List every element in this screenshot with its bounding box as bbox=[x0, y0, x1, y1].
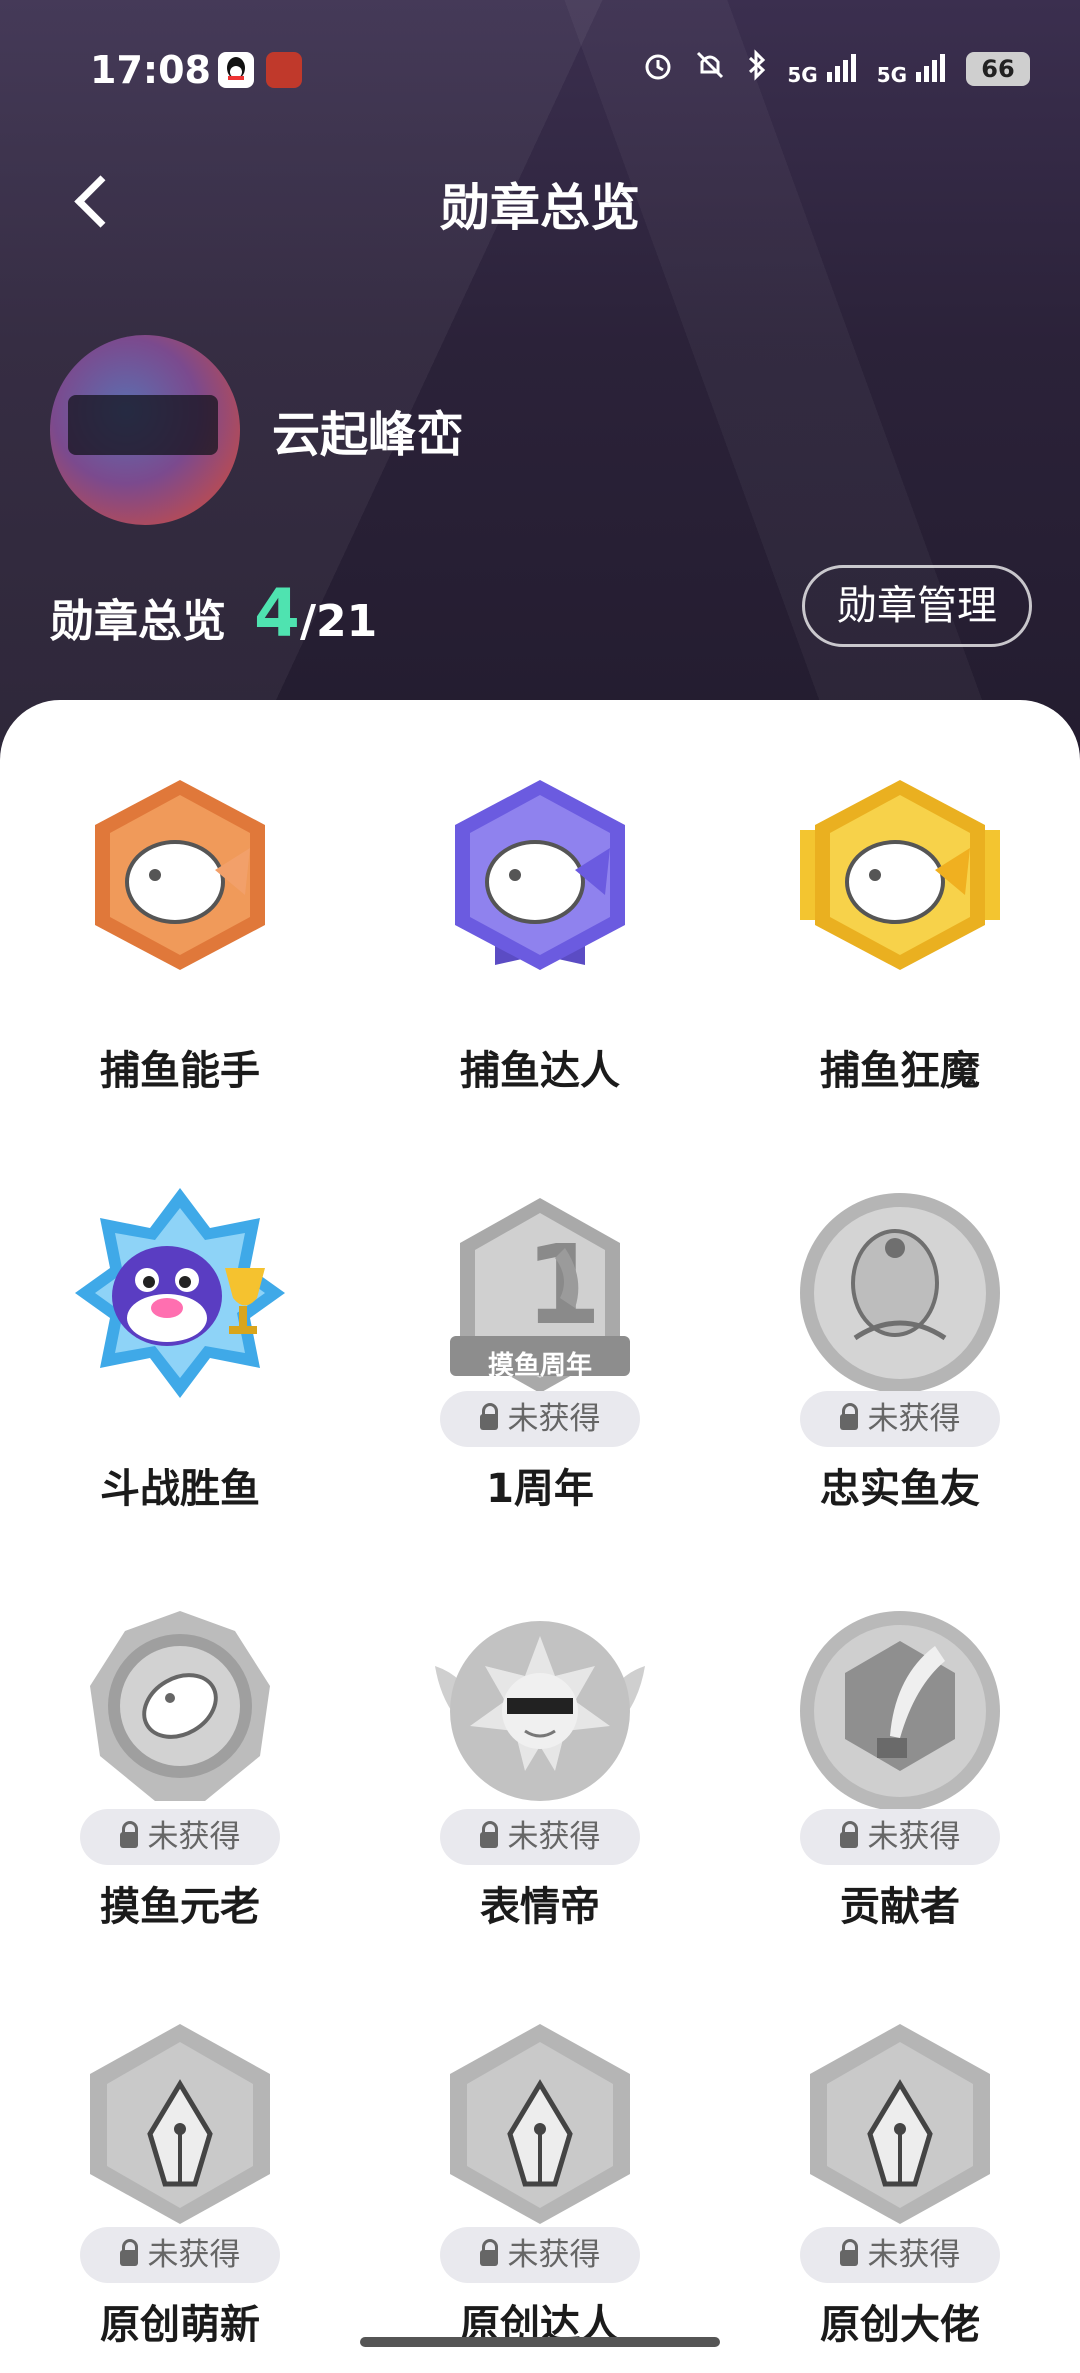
badge-item[interactable]: 未获得 原创大佬 bbox=[720, 2024, 1080, 2373]
badge-item[interactable]: 1 摸鱼周年 未获得 1周年 bbox=[360, 1188, 720, 1606]
badge-summary: 勋章总览 4 /21 bbox=[50, 575, 377, 652]
game-avatar-icon bbox=[266, 52, 302, 88]
locked-status: 未获得 bbox=[80, 2227, 280, 2283]
signal-5g-icon: 5G bbox=[877, 52, 948, 87]
pen-nib-badge-icon bbox=[795, 2024, 1005, 2234]
badge-name: 原创萌新 bbox=[100, 2302, 260, 2348]
locked-status: 未获得 bbox=[440, 1391, 640, 1447]
lock-icon bbox=[839, 2239, 858, 2266]
lock-icon bbox=[119, 2239, 138, 2266]
total-count: /21 bbox=[299, 596, 378, 647]
locked-status: 未获得 bbox=[800, 1809, 1000, 1865]
anniversary-badge-icon: 1 摸鱼周年 bbox=[435, 1188, 645, 1398]
status-icons: 5G 5G 66 bbox=[641, 48, 1030, 90]
status-bar: 17:08 5G 5G 66 bbox=[0, 0, 1080, 140]
badge-item[interactable]: 捕鱼达人 bbox=[360, 770, 720, 1188]
page-title: 勋章总览 bbox=[440, 179, 640, 237]
badge-item[interactable]: 未获得 贡献者 bbox=[720, 1606, 1080, 2024]
badge-item[interactable]: 斗战胜鱼 bbox=[0, 1188, 360, 1606]
nav-bar: 勋章总览 bbox=[0, 150, 1080, 250]
summary-label: 勋章总览 bbox=[50, 596, 226, 647]
badge-name: 捕鱼达人 bbox=[460, 1048, 620, 1094]
badge-name: 斗战胜鱼 bbox=[100, 1466, 260, 1512]
badge-item[interactable]: 捕鱼能手 bbox=[0, 770, 360, 1188]
avatar-image-overlay bbox=[68, 395, 218, 455]
locked-status: 未获得 bbox=[800, 2227, 1000, 2283]
loyal-fish-badge-icon bbox=[795, 1188, 1005, 1398]
avatar[interactable] bbox=[50, 335, 240, 525]
username: 云起峰峦 bbox=[272, 407, 465, 463]
badge-name: 捕鱼能手 bbox=[100, 1048, 260, 1094]
bluetooth-icon bbox=[745, 48, 769, 90]
badge-item[interactable]: 未获得 忠实鱼友 bbox=[720, 1188, 1080, 1606]
pufferfish-trophy-badge-icon bbox=[75, 1188, 285, 1398]
lock-icon bbox=[839, 1403, 858, 1430]
lock-icon bbox=[479, 1821, 498, 1848]
fish-purple-badge-icon bbox=[435, 770, 645, 980]
badge-name: 1周年 bbox=[486, 1466, 594, 1512]
locked-status: 未获得 bbox=[800, 1391, 1000, 1447]
mute-icon bbox=[693, 48, 727, 90]
badge-name: 原创大佬 bbox=[820, 2302, 980, 2348]
badge-name: 表情帝 bbox=[480, 1884, 600, 1930]
lock-icon bbox=[479, 1403, 498, 1430]
status-time: 17:08 bbox=[90, 48, 211, 92]
locked-status: 未获得 bbox=[440, 2227, 640, 2283]
locked-status: 未获得 bbox=[440, 1809, 640, 1865]
fish-gold-badge-icon bbox=[795, 770, 1005, 980]
badge-name: 捕鱼狂魔 bbox=[820, 1048, 980, 1094]
lock-icon bbox=[479, 2239, 498, 2266]
anniversary-badge-text: 摸鱼周年 bbox=[487, 1351, 592, 1381]
battery-indicator: 66 bbox=[966, 52, 1030, 86]
badge-item[interactable]: 未获得 原创达人 bbox=[360, 2024, 720, 2373]
alarm-icon bbox=[641, 48, 675, 90]
locked-status: 未获得 bbox=[80, 1809, 280, 1865]
badge-item[interactable]: 未获得 原创萌新 bbox=[0, 2024, 360, 2373]
svg-text:1: 1 bbox=[525, 1221, 602, 1349]
pen-nib-badge-icon bbox=[75, 2024, 285, 2234]
badge-item[interactable]: 未获得 表情帝 bbox=[360, 1606, 720, 2024]
lock-icon bbox=[119, 1821, 138, 1848]
badge-name: 忠实鱼友 bbox=[820, 1466, 980, 1512]
badge-item[interactable]: 捕鱼狂魔 bbox=[720, 770, 1080, 1188]
badge-list-panel: 捕鱼能手 捕鱼达人 捕鱼狂魔 斗战胜鱼 1 摸鱼周年 未获得 1周年 未获得 忠… bbox=[0, 700, 1080, 2373]
badge-name: 贡献者 bbox=[840, 1884, 960, 1930]
quill-badge-icon bbox=[795, 1606, 1005, 1816]
earned-count: 4 bbox=[254, 575, 300, 652]
signal-5g-icon: 5G bbox=[787, 52, 858, 87]
lock-icon bbox=[839, 1821, 858, 1848]
qq-icon bbox=[218, 52, 254, 88]
manage-badges-button[interactable]: 勋章管理 bbox=[802, 565, 1032, 647]
veteran-fish-badge-icon bbox=[75, 1606, 285, 1816]
pen-nib-badge-icon bbox=[435, 2024, 645, 2234]
badge-name: 摸鱼元老 bbox=[100, 1884, 260, 1930]
home-indicator[interactable] bbox=[360, 2337, 720, 2347]
fish-bronze-badge-icon bbox=[75, 770, 285, 980]
emoji-sun-badge-icon bbox=[435, 1606, 645, 1816]
profile-section: 云起峰峦 bbox=[50, 335, 464, 525]
badge-item[interactable]: 未获得 摸鱼元老 bbox=[0, 1606, 360, 2024]
